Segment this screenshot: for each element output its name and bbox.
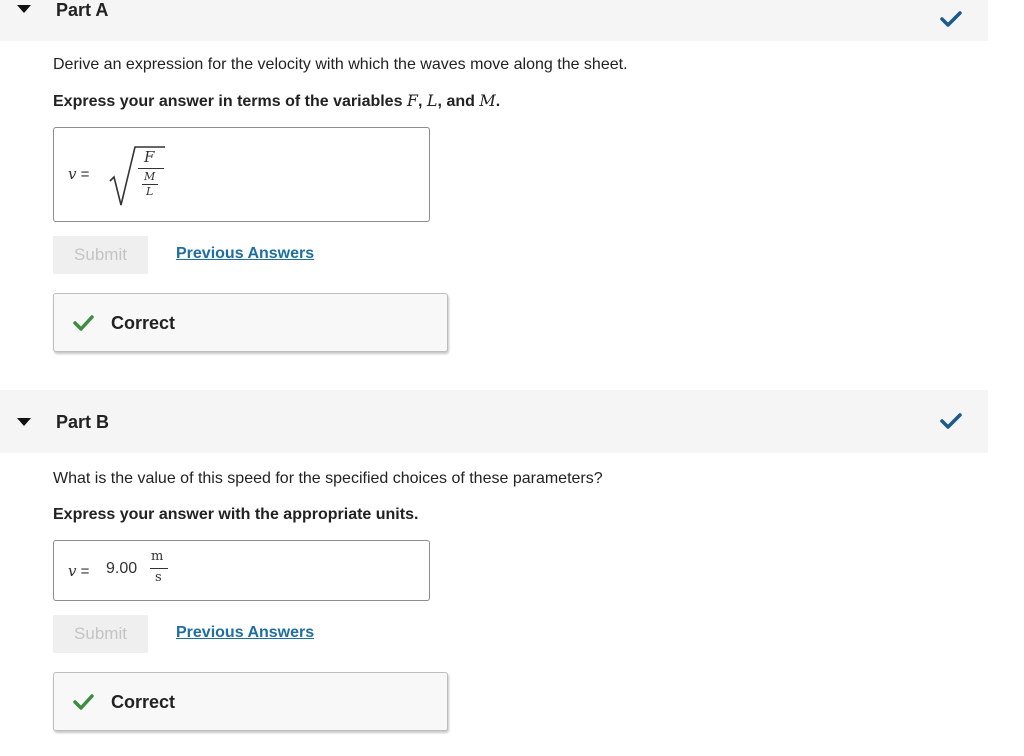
- answer-lhs: v =: [68, 165, 89, 183]
- equals-sign: =: [80, 166, 90, 183]
- part-a-header[interactable]: Part A: [0, 0, 988, 41]
- variable-m: M: [479, 91, 496, 110]
- unit-numerator: m: [151, 549, 164, 564]
- inner-denominator: L: [146, 185, 154, 198]
- part-a-submit-button[interactable]: Submit: [53, 236, 148, 274]
- check-icon: [940, 11, 962, 27]
- lhs-variable: v: [68, 165, 77, 183]
- unit-fraction-line: [150, 568, 168, 569]
- part-b-previous-answers-link[interactable]: Previous Answers: [176, 624, 314, 642]
- part-a-prompt: Derive an expression for the velocity wi…: [53, 56, 628, 73]
- correct-check-icon: [73, 315, 94, 331]
- lhs-variable: v: [68, 562, 77, 580]
- collapse-caret-icon[interactable]: [17, 5, 31, 13]
- collapse-caret-icon[interactable]: [17, 418, 31, 426]
- variable-l: L: [426, 91, 438, 110]
- instruction-and: , and: [437, 93, 480, 110]
- outer-fraction-line: [138, 168, 164, 169]
- part-b-prompt: What is the value of this speed for the …: [53, 470, 603, 487]
- part-b-header[interactable]: Part B: [0, 390, 988, 453]
- part-a-instruction: Express your answer in terms of the vari…: [53, 91, 500, 111]
- part-a-feedback: Correct: [53, 293, 448, 352]
- unit-denominator: s: [155, 570, 162, 585]
- answer-value: 9.00: [106, 560, 138, 577]
- part-b-feedback: Correct: [53, 672, 448, 731]
- feedback-label: Correct: [111, 313, 176, 333]
- feedback-label: Correct: [111, 692, 176, 712]
- part-b-title: Part B: [56, 412, 110, 432]
- part-a-previous-answers-link[interactable]: Previous Answers: [176, 245, 314, 263]
- inner-numerator: M: [144, 170, 156, 183]
- part-b-answer-box[interactable]: v = 9.00 m s: [53, 540, 430, 601]
- variable-f: F: [406, 91, 419, 110]
- correct-check-icon: [73, 694, 94, 710]
- part-a-title: Part A: [56, 0, 109, 20]
- sqrt-numerator: F: [144, 148, 155, 166]
- instruction-text: Express your answer in terms of the vari…: [53, 93, 407, 110]
- instruction-comma: ,: [418, 93, 427, 110]
- sqrt-radical-icon: [109, 146, 165, 206]
- check-icon: [940, 413, 962, 429]
- part-a-answer-box[interactable]: v = F M L: [53, 127, 430, 222]
- part-b-submit-button[interactable]: Submit: [53, 615, 148, 653]
- answer-lhs: v =: [68, 562, 89, 580]
- part-b-instruction: Express your answer with the appropriate…: [53, 506, 419, 523]
- equals-sign: =: [80, 563, 90, 580]
- instruction-period: .: [495, 93, 501, 110]
